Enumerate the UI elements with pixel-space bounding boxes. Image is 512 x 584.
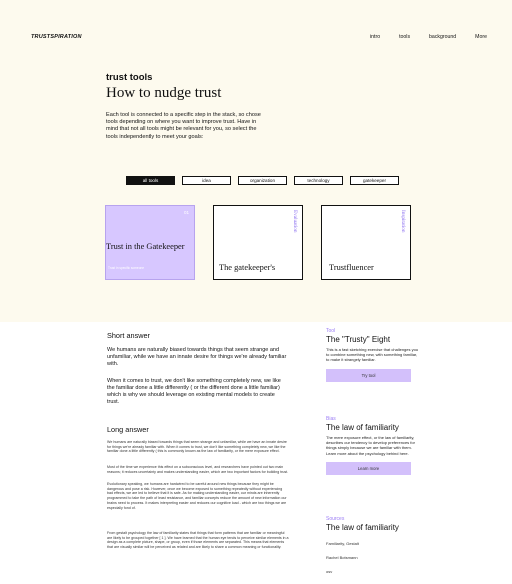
short-answer-heading: Short answer — [107, 331, 150, 340]
article-panel: Short answer We humans are naturally bia… — [0, 322, 512, 584]
card-number: 01 — [183, 210, 189, 215]
bias-title: The law of familiarity — [326, 423, 399, 432]
card-category: Inspiration — [400, 210, 406, 233]
bias-sidebar-block: Bias The law of familiarity The mere exp… — [326, 416, 421, 475]
card-category: Evaluation — [292, 210, 298, 233]
card-title: Trustfluencer — [329, 263, 374, 272]
tool-title: The "Trusty" Eight — [326, 335, 391, 344]
long-answer-p1: We humans are naturally biased towards t… — [107, 440, 287, 454]
filter-technology[interactable]: technology — [294, 176, 343, 185]
sources-title: The law of familiarity — [326, 523, 399, 532]
tool-description: This is a fast sketching exercise that c… — [326, 347, 419, 363]
try-tool-button[interactable]: Try tool — [326, 368, 411, 382]
sources-sidebar-block: Sources The law of familiarity Familiari… — [326, 516, 421, 574]
tool-sidebar-block: Tool The "Trusty" Eight This is a fast s… — [326, 328, 421, 382]
long-answer-p3: Evolutionary speaking, we humans are har… — [107, 482, 287, 510]
tool-card-gatekeepers[interactable]: Evaluation The gatekeeper's — [213, 205, 303, 280]
nav-more[interactable]: More — [475, 34, 487, 40]
nav-tools[interactable]: tools — [399, 34, 410, 40]
tool-card-trustfluencer[interactable]: Inspiration Trustfluencer — [321, 205, 411, 280]
long-answer-p4: From gestalt psychology the law of famil… — [107, 531, 289, 550]
filter-idea[interactable]: idea — [182, 176, 231, 185]
filter-gatekeeper[interactable]: gatekeeper — [350, 176, 399, 185]
source-item[interactable]: Rachel Botsmann — [326, 555, 421, 560]
filter-all-tools[interactable]: all tools — [126, 176, 175, 185]
tool-kicker: Tool — [326, 328, 336, 334]
main-nav: intro tools background More — [351, 34, 487, 40]
sources-kicker: Sources — [326, 516, 345, 522]
short-answer-p1: We humans are naturally biased towards t… — [107, 347, 287, 367]
learn-more-button[interactable]: Learn more — [326, 461, 411, 475]
intro-paragraph: Each tool is connected to a specific ste… — [106, 112, 261, 140]
bias-kicker: Bias — [326, 416, 336, 422]
tool-card-trust-in-gatekeeper[interactable]: 01 Trust in the Gatekeeper Trust in spec… — [105, 205, 195, 280]
long-answer-p2: Most of the time we experience this effe… — [107, 465, 289, 474]
card-title: The gatekeeper's — [219, 263, 276, 272]
filter-bar: all tools idea organization technology g… — [126, 176, 406, 185]
source-item[interactable]: osv — [326, 569, 421, 574]
nav-background[interactable]: background — [429, 34, 456, 40]
nav-intro[interactable]: intro — [370, 34, 380, 40]
source-item[interactable]: Familiarity, Gestalt — [326, 541, 421, 546]
bias-description: The mere exposure effect, or the law of … — [326, 435, 415, 456]
page-subtitle: trust tools — [106, 72, 153, 83]
tools-overview-panel: TRUSTSPIRATION intro tools background Mo… — [0, 0, 512, 280]
long-answer-heading: Long answer — [107, 425, 149, 434]
page-title: How to nudge trust — [106, 85, 222, 101]
brand-logo[interactable]: TRUSTSPIRATION — [31, 34, 82, 40]
filter-organization[interactable]: organization — [238, 176, 287, 185]
card-caption: Trust in specific someone — [108, 266, 145, 270]
card-title: Trust in the Gatekeeper — [106, 242, 185, 251]
short-answer-p2: When it comes to trust, we don't like so… — [107, 378, 281, 405]
